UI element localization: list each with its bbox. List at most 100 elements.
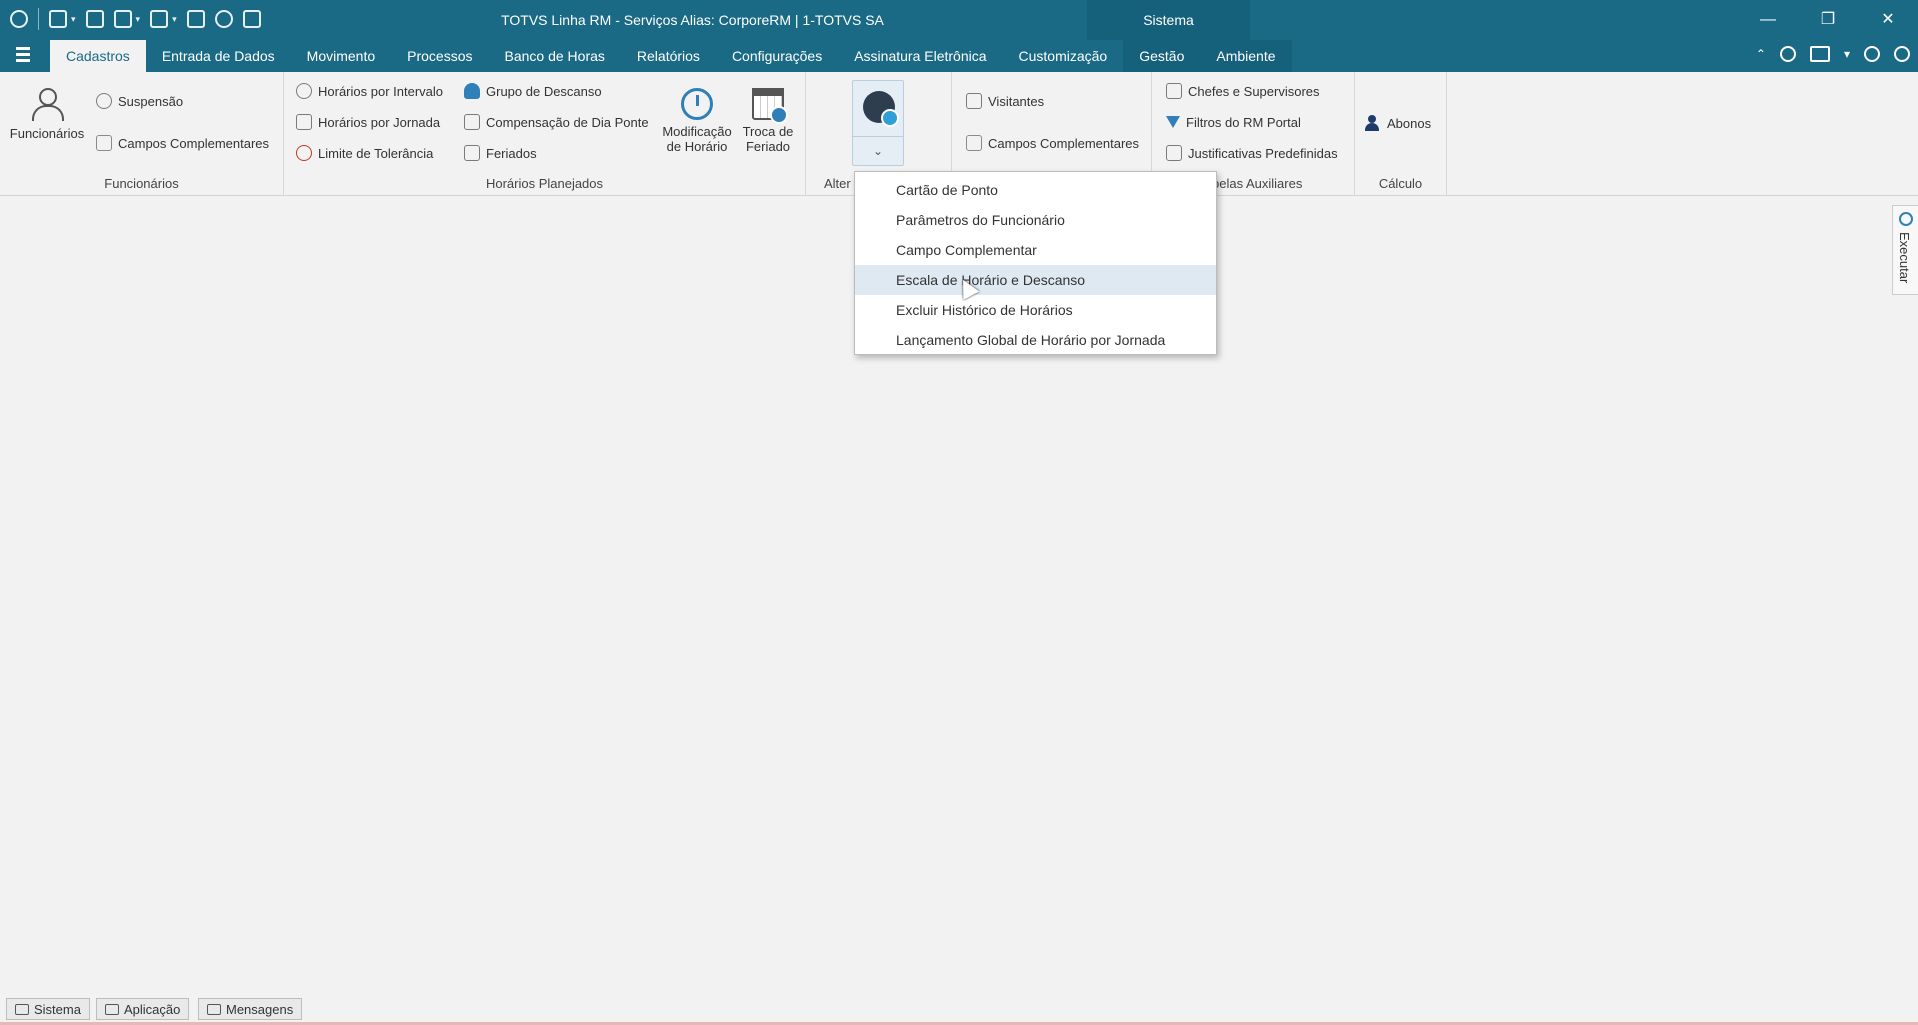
menu-item-campo-complementar[interactable]: Campo Complementar — [855, 235, 1216, 265]
alteracoes-split-button[interactable]: ⌄ — [852, 80, 904, 166]
fields-icon — [966, 135, 982, 151]
horarios-por-jornada-label: Horários por Jornada — [318, 114, 441, 130]
group-label-calculo: Cálculo — [1378, 176, 1423, 191]
menu-item-excluir-historico-de-horarios[interactable]: Excluir Histórico de Horários — [855, 295, 1216, 325]
horarios-por-jornada-button[interactable]: Horários por Jornada — [296, 111, 440, 133]
tab-cadastros[interactable]: Cadastros — [50, 40, 146, 72]
tab-entrada-de-dados[interactable]: Entrada de Dados — [146, 40, 291, 72]
grupo-de-descanso-label: Grupo de Descanso — [486, 83, 602, 99]
horarios-por-intervalo-button[interactable]: Horários por Intervalo — [296, 80, 443, 102]
status-bar: Sistema Aplicação Mensagens — [0, 995, 1918, 1025]
abonos-label: Abonos — [1387, 115, 1432, 131]
troca-de-feriado-button[interactable]: Troca de Feriado — [736, 88, 800, 154]
chefes-e-supervisores-button[interactable]: Chefes e Supervisores — [1166, 80, 1320, 102]
close-button[interactable]: ✕ — [1858, 0, 1918, 40]
calendar-swap-icon — [752, 88, 788, 124]
status-aplicacao-label: Aplicação — [124, 1001, 181, 1017]
title-bar: ▾ ▾ ▾ TOTVS Linha RM - Serviços Alias: C… — [0, 0, 1918, 40]
person-add-icon — [1365, 115, 1381, 131]
group-funcionarios: Funcionários Suspensão Campos Complement… — [0, 72, 284, 196]
grupo-de-descanso-button[interactable]: Grupo de Descanso — [464, 80, 602, 102]
tab-assinatura-eletronica[interactable]: Assinatura Eletrônica — [838, 40, 1002, 72]
feriados-button[interactable]: Feriados — [464, 142, 537, 164]
status-aplicacao-button[interactable]: Aplicação — [96, 998, 190, 1020]
status-sistema-label: Sistema — [34, 1001, 81, 1017]
rest-group-icon — [464, 83, 480, 99]
window-controls: — ❐ ✕ — [1738, 0, 1918, 40]
ribbon-tabs-bar: Cadastros Entrada de Dados Movimento Pro… — [0, 40, 1918, 72]
collapse-ribbon-icon[interactable]: ⌃ — [1756, 47, 1766, 61]
chevron-down-icon[interactable]: ⌄ — [853, 137, 903, 165]
message-icon — [207, 1003, 221, 1015]
visitantes-button[interactable]: Visitantes — [966, 90, 1044, 112]
clock-refresh-icon — [681, 88, 713, 120]
menu-item-lancamento-global[interactable]: Lançamento Global de Horário por Jornada — [855, 325, 1216, 355]
status-mensagens-button[interactable]: Mensagens — [198, 998, 303, 1020]
group-label-horarios-planejados: Horários Planejados — [485, 176, 604, 191]
compensacao-de-dia-ponte-button[interactable]: Compensação de Dia Ponte — [464, 111, 649, 133]
help-icon[interactable] — [1894, 46, 1910, 62]
abonos-button[interactable]: Abonos — [1365, 112, 1431, 134]
gear-icon — [1899, 212, 1913, 226]
modificacao-de-horario-button[interactable]: Modificação de Horário — [660, 88, 734, 154]
person-icon — [29, 86, 65, 122]
campos-complementares-label: Campos Complementares — [118, 135, 270, 151]
totvs-logo-icon[interactable] — [1779, 46, 1796, 62]
funcionarios-label: Funcionários — [9, 126, 85, 141]
funcionarios-button[interactable]: Funcionários — [8, 86, 86, 141]
chefes-label: Chefes e Supervisores — [1188, 83, 1320, 99]
minimize-button[interactable]: — — [1738, 0, 1798, 40]
justificativas-predefinidas-button[interactable]: Justificativas Predefinidas — [1166, 142, 1338, 164]
executar-side-tab[interactable]: Executar — [1892, 205, 1918, 295]
suspensao-button[interactable]: Suspensão — [96, 90, 183, 112]
tab-banco-de-horas[interactable]: Banco de Horas — [489, 40, 621, 72]
calendar-icon — [464, 145, 480, 161]
justificativas-label: Justificativas Predefinidas — [1188, 145, 1338, 161]
support-icon[interactable] — [1864, 46, 1880, 62]
justification-icon — [1166, 145, 1182, 161]
suspensao-label: Suspensão — [118, 93, 184, 109]
window-title: TOTVS Linha RM - Serviços Alias: Corpore… — [501, 12, 884, 28]
context-tab-sistema[interactable]: Sistema — [1087, 0, 1250, 40]
tab-processos[interactable]: Processos — [391, 40, 488, 72]
alteracoes-dropdown-menu: Cartão de Ponto Parâmetros do Funcionári… — [854, 171, 1217, 355]
clock-icon — [296, 83, 312, 99]
status-mensagens-label: Mensagens — [226, 1001, 294, 1017]
tab-movimento[interactable]: Movimento — [291, 40, 391, 72]
tab-customizacao[interactable]: Customização — [1003, 40, 1124, 72]
modificacao-label-2: de Horário — [666, 139, 728, 154]
group-label-funcionarios: Funcionários — [104, 176, 179, 191]
campos-complementares-button[interactable]: Campos Complementares — [96, 132, 269, 154]
group-horarios-planejados: Horários por Intervalo Horários por Jorn… — [284, 72, 806, 196]
filtros-rm-portal-button[interactable]: Filtros do RM Portal — [1166, 111, 1301, 133]
tab-relatorios[interactable]: Relatórios — [621, 40, 716, 72]
filter-icon — [1166, 116, 1180, 128]
menu-item-parametros-do-funcionario[interactable]: Parâmetros do Funcionário — [855, 205, 1216, 235]
tab-ambiente[interactable]: Ambiente — [1200, 40, 1292, 72]
menu-item-escala-de-horario-e-descanso[interactable]: Escala de Horário e Descanso — [855, 265, 1216, 295]
ribbon-tabs: Cadastros Entrada de Dados Movimento Pro… — [50, 40, 1292, 72]
troca-label-2: Feriado — [745, 139, 791, 154]
menu-icon[interactable] — [16, 47, 34, 65]
tab-configuracoes[interactable]: Configurações — [716, 40, 838, 72]
horarios-por-intervalo-label: Horários por Intervalo — [318, 83, 443, 99]
status-sistema-button[interactable]: Sistema — [6, 998, 90, 1020]
menu-item-cartao-de-ponto[interactable]: Cartão de Ponto — [855, 175, 1216, 205]
tab-gestao[interactable]: Gestão — [1123, 40, 1201, 72]
layout-icon[interactable] — [1809, 46, 1830, 62]
ribbon-right-icons: ⌃ ▾ — [1756, 46, 1910, 62]
alteracoes-main-button[interactable] — [853, 81, 903, 137]
troca-label-1: Troca de — [742, 124, 794, 139]
campos-complementares-visitantes-button[interactable]: Campos Complementares — [966, 132, 1139, 154]
restore-button[interactable]: ❐ — [1798, 0, 1858, 40]
modificacao-label-1: Modificação — [662, 124, 732, 139]
limite-de-tolerancia-label: Limite de Tolerância — [318, 145, 434, 161]
visitors-icon — [966, 93, 982, 109]
chevron-down-icon[interactable]: ▾ — [1844, 47, 1850, 61]
executar-label: Executar — [1897, 232, 1912, 284]
campos-complementares-visitantes-label: Campos Complementares — [988, 135, 1140, 151]
suspension-icon — [96, 93, 112, 109]
visitantes-label: Visitantes — [988, 93, 1045, 109]
tolerance-icon — [296, 145, 312, 161]
limite-de-tolerancia-button[interactable]: Limite de Tolerância — [296, 142, 433, 164]
